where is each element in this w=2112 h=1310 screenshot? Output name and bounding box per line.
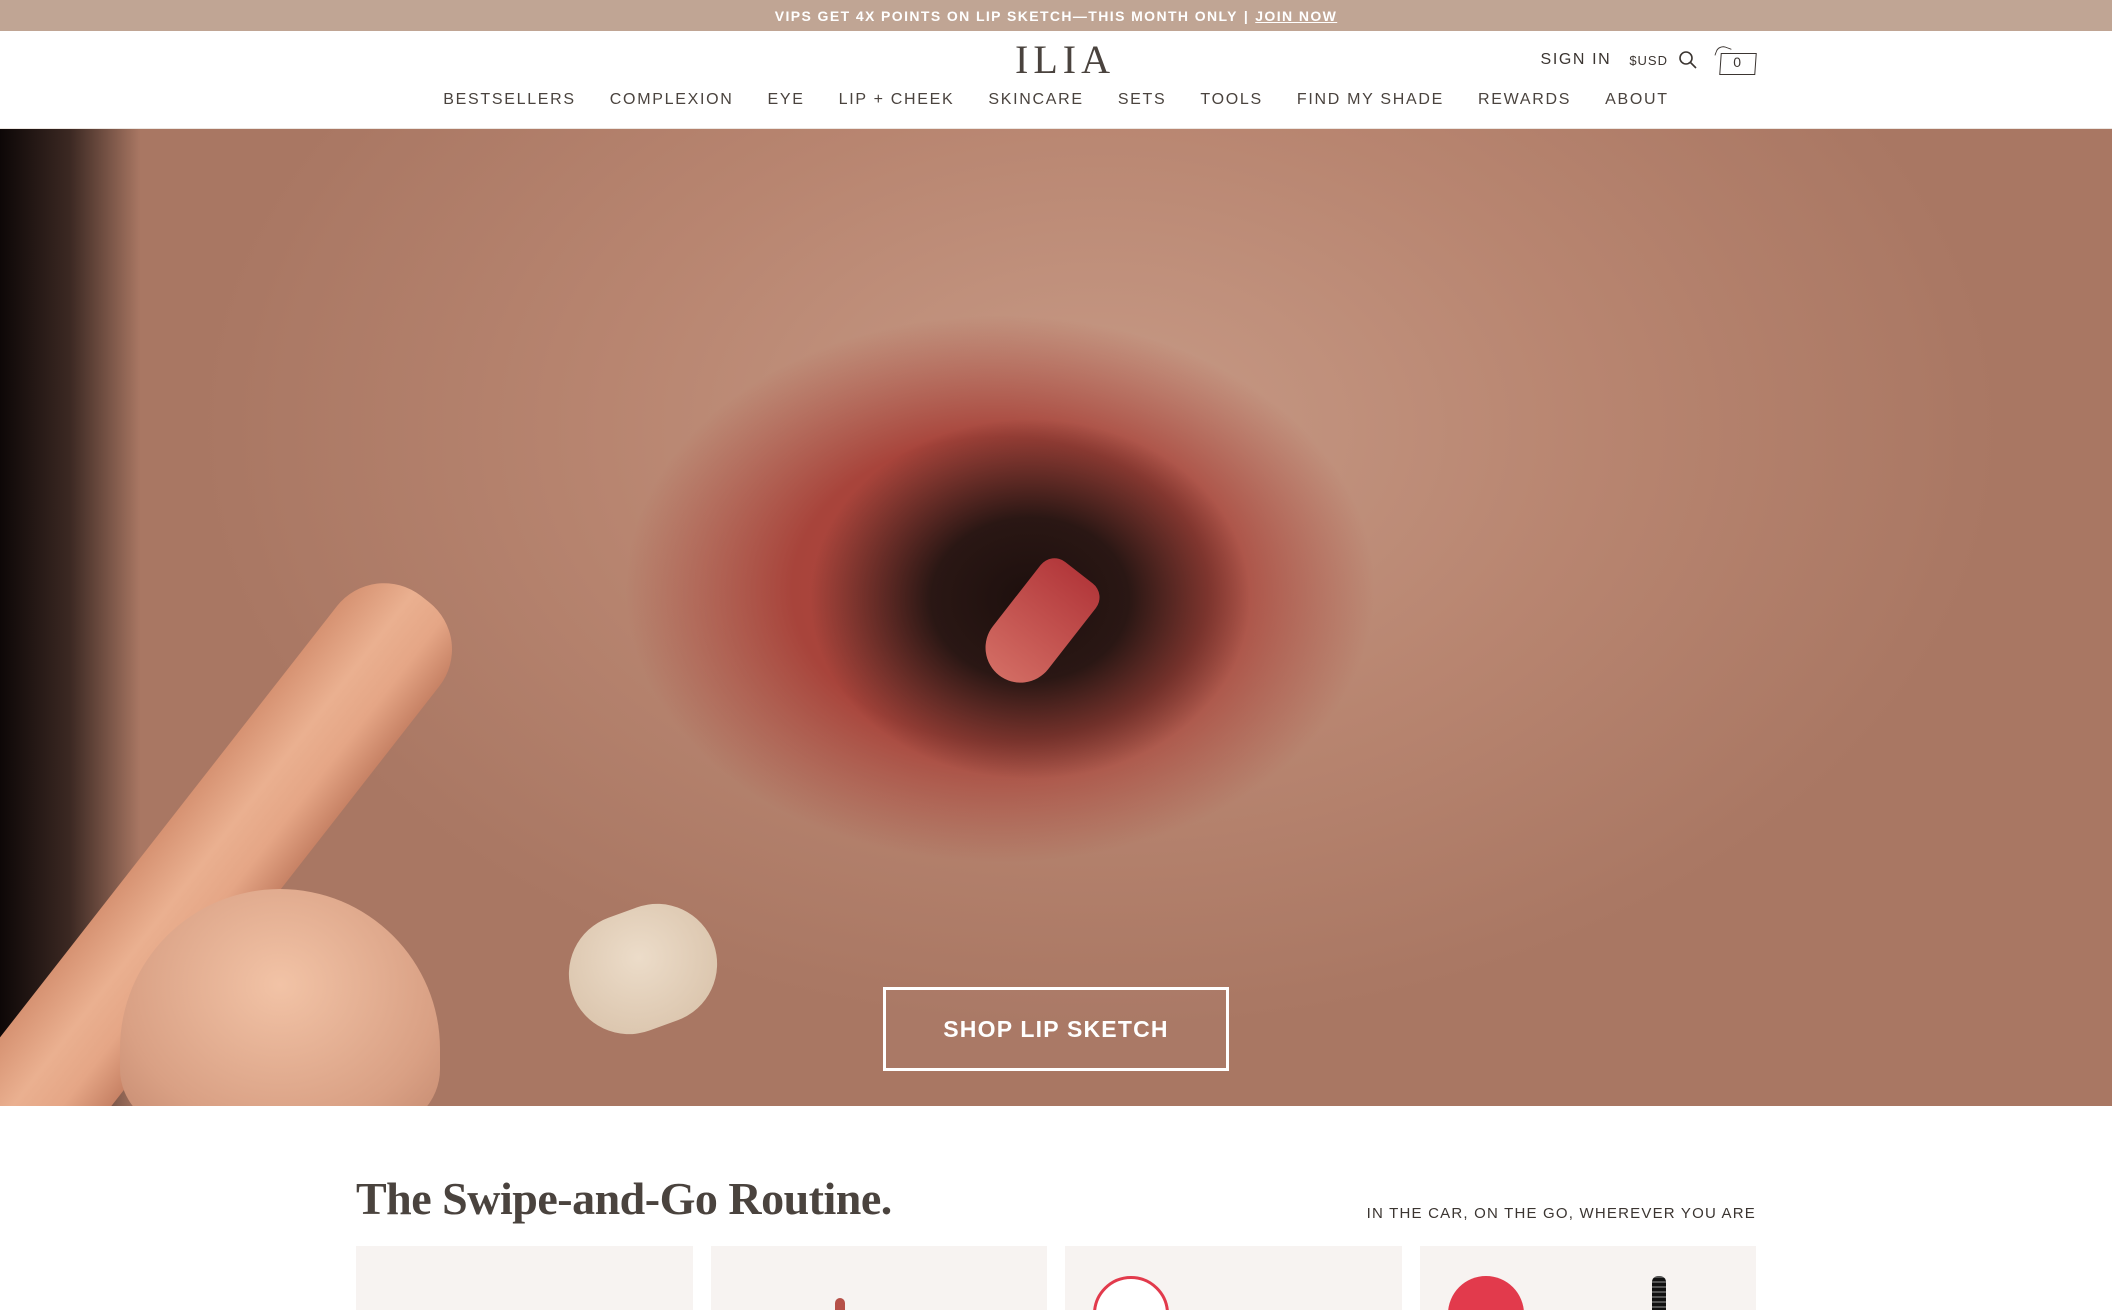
- nav-item-complexion[interactable]: COMPLEXION: [610, 91, 734, 109]
- cart-button[interactable]: 0: [1714, 43, 1758, 75]
- announcement-separator: |: [1243, 7, 1250, 24]
- main-nav: BESTSELLERS COMPLEXION EYE LIP + CHEEK S…: [0, 91, 2112, 109]
- nav-item-bestsellers[interactable]: BESTSELLERS: [443, 91, 576, 109]
- header-utilities: SIGN IN $USD 0: [1541, 42, 1758, 78]
- announcement-bar: VIPS GET 4X POINTS ON LIP SKETCH—THIS MO…: [0, 0, 2112, 31]
- nav-item-lip-cheek[interactable]: LIP + CHEEK: [839, 91, 955, 109]
- sign-in-link[interactable]: SIGN IN: [1541, 51, 1612, 69]
- nav-item-tools[interactable]: TOOLS: [1200, 91, 1262, 109]
- announcement-text: VIPS GET 4X POINTS ON LIP SKETCH—THIS MO…: [774, 7, 1238, 24]
- product-card[interactable]: [710, 1246, 1047, 1310]
- brand-logo[interactable]: ILIA: [1015, 38, 1110, 82]
- product-card[interactable]: [356, 1246, 693, 1310]
- currency-selector[interactable]: $USD: [1629, 53, 1668, 68]
- site-header: ILIA SIGN IN $USD 0 BESTSELLERS COMPLEXI…: [0, 31, 2112, 129]
- hero-fingernail: [552, 886, 734, 1052]
- nav-item-find-my-shade[interactable]: FIND MY SHADE: [1297, 91, 1444, 109]
- join-now-link[interactable]: JOIN NOW: [1255, 8, 1337, 24]
- lipstick-product-image: [834, 1298, 845, 1310]
- section-subtitle: IN THE CAR, ON THE GO, WHEREVER YOU ARE: [1366, 1205, 1756, 1222]
- cart-count: 0: [1733, 54, 1743, 70]
- search-icon[interactable]: [1678, 50, 1698, 70]
- shop-lip-sketch-button[interactable]: SHOP LIP SKETCH: [883, 987, 1229, 1071]
- nav-item-about[interactable]: ABOUT: [1605, 91, 1669, 109]
- nav-item-skincare[interactable]: SKINCARE: [988, 91, 1083, 109]
- product-card[interactable]: [1419, 1246, 1756, 1310]
- mascara-product-image: [1651, 1276, 1666, 1310]
- lip-pencil-tip: [971, 551, 1107, 697]
- award-badge-icon: [1093, 1276, 1169, 1310]
- nav-item-rewards[interactable]: REWARDS: [1478, 91, 1571, 109]
- hero-banner: [0, 129, 2112, 1106]
- award-badge-icon: [1447, 1276, 1524, 1310]
- nav-item-sets[interactable]: SETS: [1118, 91, 1167, 109]
- section-title: The Swipe-and-Go Routine.: [356, 1173, 892, 1224]
- nav-item-eye[interactable]: EYE: [767, 91, 804, 109]
- product-card[interactable]: [1065, 1246, 1402, 1310]
- product-cards: [356, 1246, 1756, 1310]
